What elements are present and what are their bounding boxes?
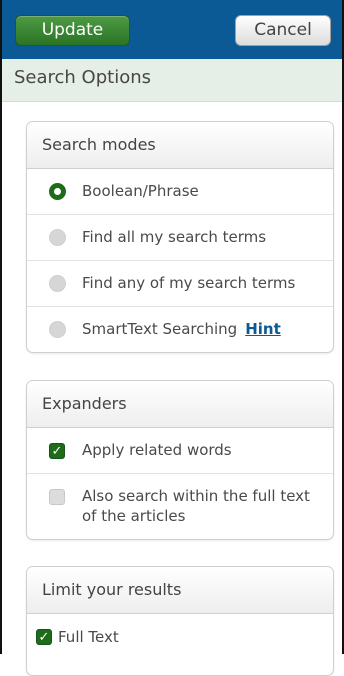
limit-full-text[interactable]: ✓ Full Text bbox=[27, 614, 333, 660]
mode-find-any[interactable]: Find any of my search terms bbox=[27, 261, 333, 307]
top-toolbar: Update Cancel bbox=[2, 0, 342, 59]
mode-label: Boolean/Phrase bbox=[82, 182, 199, 200]
search-modes-panel: Search modes Boolean/Phrase Find all my … bbox=[26, 121, 334, 353]
radio-unselected-icon[interactable] bbox=[49, 321, 66, 338]
expander-label-line1: Also search within the full text bbox=[82, 487, 310, 505]
checkbox-unchecked-icon[interactable] bbox=[49, 489, 65, 505]
expanders-panel: Expanders ✓ Apply related words Also sea… bbox=[26, 380, 334, 540]
page-title: Search Options bbox=[14, 67, 152, 88]
page-header: Search Options bbox=[2, 59, 342, 102]
mode-label: SmartText Searching bbox=[82, 320, 238, 338]
expander-label: Apply related words bbox=[82, 441, 232, 459]
mode-find-all[interactable]: Find all my search terms bbox=[27, 215, 333, 261]
mode-smarttext[interactable]: SmartText Searching Hint bbox=[27, 307, 333, 352]
radio-unselected-icon[interactable] bbox=[49, 275, 66, 292]
radio-unselected-icon[interactable] bbox=[49, 229, 66, 246]
checkbox-checked-icon[interactable]: ✓ bbox=[49, 443, 65, 459]
limits-panel: Limit your results ✓ Full Text bbox=[26, 566, 334, 676]
mode-label: Find any of my search terms bbox=[82, 274, 296, 292]
limits-heading: Limit your results bbox=[27, 567, 333, 614]
search-modes-heading: Search modes bbox=[27, 122, 333, 169]
mode-label: Find all my search terms bbox=[82, 228, 267, 246]
expander-label-wrap: Also search within the full text of the … bbox=[82, 486, 310, 526]
update-button[interactable]: Update bbox=[15, 15, 130, 46]
limit-label: Full Text bbox=[58, 628, 119, 646]
expander-full-text[interactable]: Also search within the full text of the … bbox=[27, 474, 333, 539]
cancel-button[interactable]: Cancel bbox=[235, 15, 331, 46]
hint-link[interactable]: Hint bbox=[245, 320, 281, 338]
radio-selected-icon[interactable] bbox=[49, 183, 66, 200]
expanders-heading: Expanders bbox=[27, 381, 333, 428]
mode-boolean-phrase[interactable]: Boolean/Phrase bbox=[27, 169, 333, 215]
expander-label-line2: of the articles bbox=[82, 507, 186, 525]
mode-label-wrap: SmartText Searching Hint bbox=[82, 319, 281, 339]
checkbox-checked-icon[interactable]: ✓ bbox=[36, 629, 52, 645]
expander-related-words[interactable]: ✓ Apply related words bbox=[27, 428, 333, 474]
